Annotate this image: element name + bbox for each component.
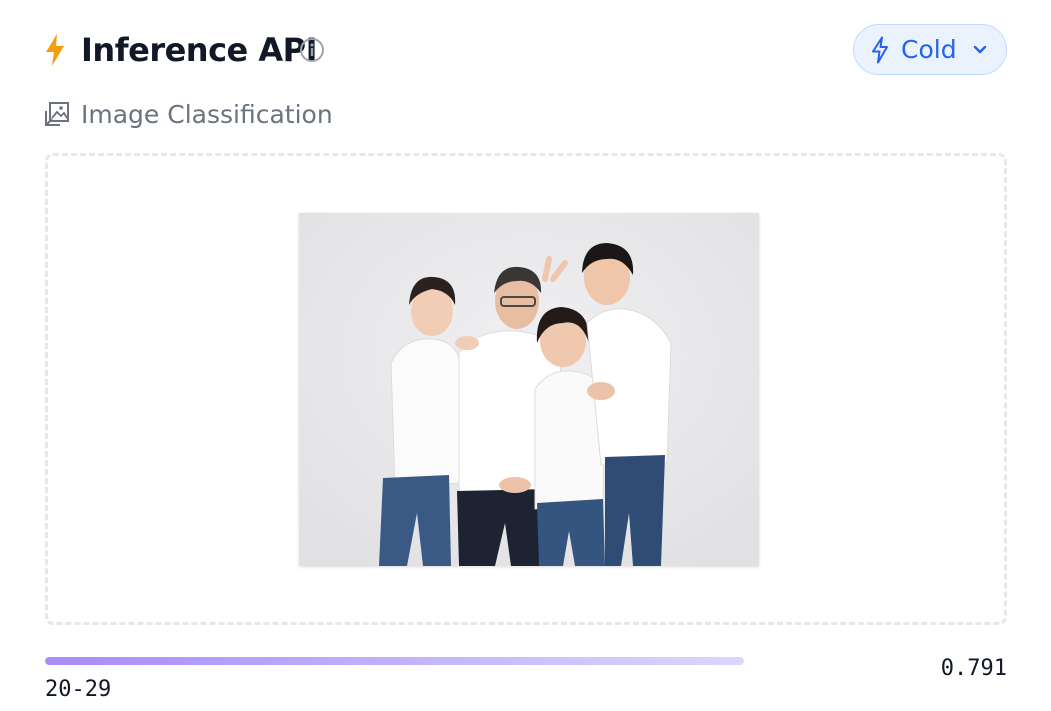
image-dropzone[interactable] bbox=[45, 153, 1007, 625]
lightning-icon bbox=[872, 36, 888, 63]
chevron-down-icon bbox=[973, 45, 986, 53]
widget-title: Inference API bbox=[81, 31, 318, 69]
classification-result-row: 20-29 0.791 bbox=[45, 650, 1007, 706]
task-type: Image Classification bbox=[44, 96, 333, 132]
score-bar bbox=[45, 657, 744, 665]
model-status-label: Cold bbox=[901, 35, 957, 64]
widget-header: Inference API Cold bbox=[44, 24, 1007, 76]
lightning-icon bbox=[46, 34, 64, 66]
result-score: 0.791 bbox=[940, 656, 1007, 681]
info-icon[interactable] bbox=[299, 37, 325, 63]
uploaded-photo bbox=[299, 213, 759, 566]
score-bar-fill bbox=[45, 657, 744, 665]
image-classification-icon bbox=[45, 102, 69, 126]
family-photo-illustration bbox=[299, 213, 759, 566]
model-status-button[interactable]: Cold bbox=[853, 24, 1007, 75]
task-label: Image Classification bbox=[81, 99, 333, 129]
result-label: 20-29 bbox=[45, 677, 112, 702]
